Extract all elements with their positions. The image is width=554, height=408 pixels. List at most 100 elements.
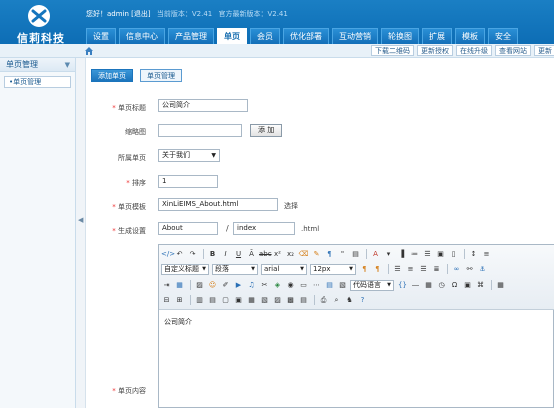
home-icon[interactable]: [84, 46, 94, 56]
align-center-icon[interactable]: ≡: [405, 264, 416, 275]
title-input[interactable]: 公司简介: [158, 99, 248, 112]
template-icon[interactable]: ▤: [324, 280, 335, 291]
video-icon[interactable]: ▶: [233, 280, 244, 291]
horizontal-rule-icon[interactable]: ―: [410, 280, 421, 291]
superscript-icon[interactable]: x²: [272, 249, 283, 260]
pagebreak-icon[interactable]: ⋯: [311, 280, 322, 291]
merge-down-icon[interactable]: ▦: [246, 295, 257, 306]
split-cells-icon[interactable]: ▧: [259, 295, 270, 306]
ltr-icon[interactable]: ¶: [359, 264, 370, 275]
scrawl-icon[interactable]: ✐: [220, 280, 231, 291]
order-input[interactable]: 1: [158, 175, 218, 188]
greeting-text[interactable]: 您好！admin [退出]: [86, 10, 151, 18]
paste-plain-icon[interactable]: ▤: [350, 249, 361, 260]
source-icon[interactable]: </>: [161, 249, 175, 260]
strikethrough-icon[interactable]: abc: [259, 249, 272, 260]
highlight-icon[interactable]: ▐: [396, 249, 407, 260]
nav-tab-seo[interactable]: 优化部署: [283, 28, 329, 44]
add-thumbnail-button[interactable]: 添 加: [250, 124, 283, 137]
undo-icon[interactable]: ↶: [174, 249, 185, 260]
nav-tab-carousel[interactable]: 轮换图: [381, 28, 419, 44]
update-license-link[interactable]: 更新授权: [417, 45, 453, 56]
image-float-icon[interactable]: ▦: [174, 280, 185, 291]
download-qrcode-link[interactable]: 下载二维码: [371, 45, 414, 56]
nav-tab-single-page[interactable]: 单页: [217, 28, 247, 44]
tab-page-manage[interactable]: 单页管理: [140, 69, 182, 82]
collapse-left-icon[interactable]: ◀: [78, 216, 83, 224]
delete-row-icon[interactable]: ⊟: [161, 295, 172, 306]
sidebar-title[interactable]: 单页管理 ▼: [0, 58, 75, 72]
font-size-select[interactable]: 12px ▼: [310, 263, 356, 275]
nav-tab-extensions[interactable]: 扩展: [422, 28, 452, 44]
choose-template-link[interactable]: 选择: [284, 201, 298, 211]
merge-cells-icon[interactable]: ▢: [220, 295, 231, 306]
ordered-list-icon[interactable]: ≔: [409, 249, 420, 260]
align-left-icon[interactable]: ☰: [392, 264, 403, 275]
align-justify-icon[interactable]: ≣: [431, 264, 442, 275]
generate-dir-input[interactable]: About: [158, 222, 218, 235]
emotion-icon[interactable]: ☺: [207, 280, 218, 291]
clear-format-icon[interactable]: ⌫: [298, 249, 309, 260]
unordered-list-icon[interactable]: ☰: [422, 249, 433, 260]
table-col-icon[interactable]: ▥: [194, 295, 205, 306]
insert-table-icon[interactable]: ▦: [495, 280, 506, 291]
font-family-select[interactable]: arial ▼: [261, 263, 307, 275]
time-icon[interactable]: ◷: [436, 280, 447, 291]
format-painter-icon[interactable]: ✎: [311, 249, 322, 260]
gmap-icon[interactable]: ◉: [285, 280, 296, 291]
date-icon[interactable]: ▦: [423, 280, 434, 291]
webapp-icon[interactable]: ⌘: [475, 280, 486, 291]
table-row-icon[interactable]: ▤: [207, 295, 218, 306]
search-replace-icon[interactable]: ♞: [344, 295, 355, 306]
background-icon[interactable]: ▧: [337, 280, 348, 291]
nav-tab-marketing[interactable]: 互动营销: [332, 28, 378, 44]
blockquote-icon[interactable]: ": [337, 249, 348, 260]
attachment-icon[interactable]: ✂: [259, 280, 270, 291]
custom-style-select[interactable]: 自定义标题 ▼: [161, 263, 209, 275]
split-cols-icon[interactable]: ▩: [285, 295, 296, 306]
split-rows-icon[interactable]: ▨: [272, 295, 283, 306]
music-icon[interactable]: ♫: [246, 280, 257, 291]
sidebar-item-single-page-manage[interactable]: •单页管理: [4, 76, 71, 88]
clear-doc-icon[interactable]: ▯: [448, 249, 459, 260]
line-height-icon[interactable]: ≡: [481, 249, 492, 260]
background-color-icon[interactable]: ▾: [383, 249, 394, 260]
select-all-icon[interactable]: ▣: [435, 249, 446, 260]
row-spacing-icon[interactable]: ↕: [468, 249, 479, 260]
bold-icon[interactable]: B: [207, 249, 218, 260]
editor-body[interactable]: 公司简介: [159, 310, 554, 408]
print-icon[interactable]: ⎙: [318, 295, 329, 306]
thumbnail-input[interactable]: [158, 124, 242, 137]
online-upgrade-link[interactable]: 在线升级: [456, 45, 492, 56]
underline-icon[interactable]: U: [233, 249, 244, 260]
auto-format-icon[interactable]: ¶: [324, 249, 335, 260]
italic-icon[interactable]: I: [220, 249, 231, 260]
sidebar-splitter[interactable]: ◀: [76, 58, 86, 408]
cell-props-icon[interactable]: ▤: [298, 295, 309, 306]
generate-file-input[interactable]: index: [233, 222, 295, 235]
map-icon[interactable]: ◈: [272, 280, 283, 291]
merge-right-icon[interactable]: ▣: [233, 295, 244, 306]
font-color-icon[interactable]: A: [370, 249, 381, 260]
anchor-icon[interactable]: ⚓: [477, 264, 488, 275]
subscript-icon[interactable]: x₂: [285, 249, 296, 260]
rtl-icon[interactable]: ¶: [372, 264, 383, 275]
link-icon[interactable]: ∞: [451, 264, 462, 275]
font-border-icon[interactable]: Ā: [246, 249, 257, 260]
view-site-link[interactable]: 查看网站: [495, 45, 531, 56]
indent-icon[interactable]: ⇥: [161, 280, 172, 291]
paragraph-select[interactable]: 段落 ▼: [212, 263, 258, 275]
help-icon[interactable]: ?: [357, 295, 368, 306]
code-language-select[interactable]: 代码语言 ▼: [350, 279, 394, 291]
insert-col-icon[interactable]: ⊞: [174, 295, 185, 306]
special-char-icon[interactable]: Ω: [449, 280, 460, 291]
redo-icon[interactable]: ↷: [187, 249, 198, 260]
wordimage-icon[interactable]: ▣: [462, 280, 473, 291]
template-input[interactable]: XinLiEIMS_About.html: [158, 198, 278, 211]
tab-add-page[interactable]: 添加单页: [91, 69, 133, 82]
insert-code-icon[interactable]: {}: [397, 280, 408, 291]
unlink-icon[interactable]: ⚯: [464, 264, 475, 275]
frame-icon[interactable]: ▭: [298, 280, 309, 291]
update-link[interactable]: 更新: [534, 45, 554, 56]
preview-icon[interactable]: ⌕: [331, 295, 342, 306]
